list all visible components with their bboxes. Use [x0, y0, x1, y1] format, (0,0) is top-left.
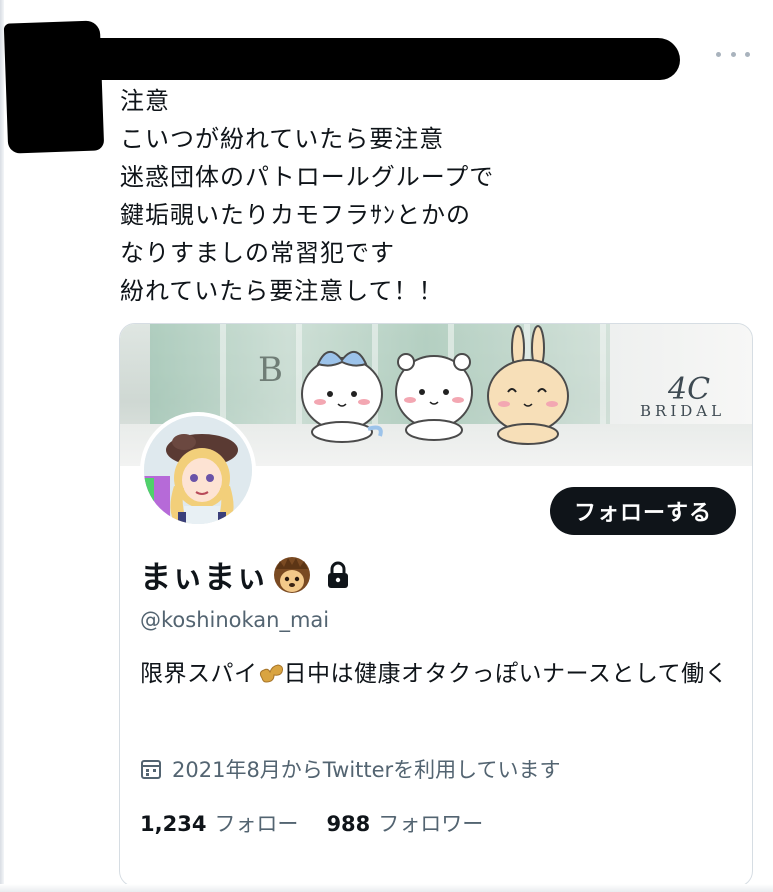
- followers-count[interactable]: 988: [326, 812, 370, 836]
- profile-handle: @koshinokan_mai: [140, 608, 330, 632]
- banner-sign-letter: B: [258, 350, 283, 390]
- dot: [716, 51, 721, 57]
- more-horizontal-icon[interactable]: [716, 44, 750, 64]
- profile-stats: 1,234 フォロー 988 フォロワー: [140, 808, 483, 838]
- dot: [745, 51, 750, 57]
- peanut-emoji-icon: [259, 664, 283, 683]
- display-name[interactable]: まぃまぃ: [140, 552, 268, 597]
- profile-bio: 限界スパイ 日中は健康オタクっぽいナースとして働く: [140, 656, 740, 692]
- following-count[interactable]: 1,234: [140, 812, 206, 836]
- redaction-bar: [8, 38, 680, 80]
- character-middle: [395, 353, 473, 441]
- screen-bottom-edge: [0, 884, 773, 892]
- following-label[interactable]: フォロー: [214, 808, 298, 838]
- joined-date: 2021年8月からTwitterを利用しています: [172, 758, 561, 782]
- banner-brand-name: BRIDAL: [640, 402, 726, 420]
- follow-button[interactable]: フォローする: [550, 487, 736, 535]
- screen-edge: [0, 0, 4, 892]
- character-bow: [301, 351, 383, 443]
- bio-text-1: 限界スパイ: [140, 661, 258, 687]
- tweet-text: 注意 こいつが紛れていたら要注意 迷惑団体のパトロールグループで 鍵垢覗いたりカ…: [120, 87, 495, 305]
- banner-characters: [301, 325, 569, 445]
- profile-card[interactable]: B 4C BRIDAL フォローする まぃまぃ @koshinokan_mai …: [119, 323, 753, 887]
- profile-name-row: まぃまぃ: [140, 552, 350, 597]
- followers-label[interactable]: フォロワー: [378, 808, 483, 838]
- calendar-icon: [141, 760, 161, 779]
- avatar-image: [144, 416, 252, 524]
- character-rabbit: [487, 325, 569, 445]
- hedgehog-emoji-icon: [274, 556, 310, 593]
- avatar-illustration: [144, 416, 252, 524]
- dot: [730, 51, 736, 57]
- joined-date-row: 2021年8月からTwitterを利用しています: [140, 754, 561, 784]
- profile-avatar[interactable]: [140, 412, 256, 528]
- lock-icon: [328, 561, 348, 588]
- bio-text-2: 日中は健康オタクっぽいナースとして働く: [283, 661, 729, 687]
